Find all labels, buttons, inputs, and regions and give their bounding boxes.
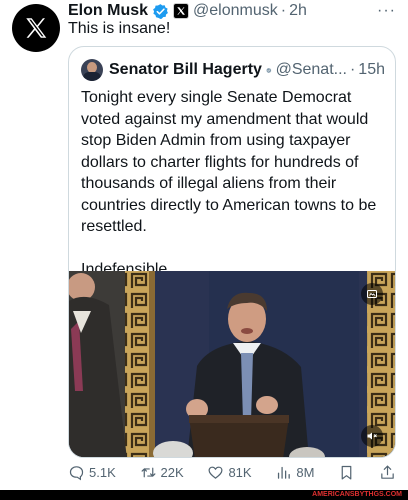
watermark: AMERICANSBYTHGS.COM	[312, 491, 402, 498]
separator-dot: ·	[349, 61, 356, 78]
reply-icon	[69, 465, 84, 480]
mute-icon[interactable]	[361, 425, 383, 447]
views-button[interactable]: 8M	[275, 464, 314, 481]
verified-badge-icon	[266, 67, 272, 73]
media-settings-icon[interactable]	[361, 283, 383, 305]
like-count: 81K	[228, 464, 252, 480]
post-time[interactable]: 2h	[289, 2, 307, 20]
quote-text: Tonight every single Senate Democrat vot…	[81, 87, 391, 301]
author-name[interactable]: Elon Musk	[68, 2, 148, 20]
share-icon	[381, 465, 394, 479]
video-player[interactable]	[69, 271, 395, 457]
quote-author-name[interactable]: Senator Bill Hagerty	[109, 61, 262, 79]
post-header: Elon Musk @elonmusk · 2h ···	[68, 0, 396, 22]
views-icon	[278, 466, 291, 479]
x-affiliation-icon	[173, 3, 190, 19]
share-button[interactable]	[379, 464, 396, 481]
more-icon[interactable]: ···	[377, 2, 396, 20]
action-bar: 5.1K 22K 81K 8M	[68, 462, 396, 482]
verified-badge-icon	[153, 3, 168, 19]
views-count: 8M	[296, 464, 315, 480]
quote-card[interactable]: Senator Bill Hagerty @Senat... · 15h Ton…	[68, 46, 396, 458]
quote-handle[interactable]: @Senat...	[276, 61, 347, 79]
bookmark-button[interactable]	[338, 464, 355, 481]
repost-icon	[141, 467, 156, 477]
quote-avatar[interactable]	[81, 59, 103, 81]
reply-button[interactable]: 5.1K	[68, 464, 116, 481]
reply-count: 5.1K	[89, 464, 116, 480]
video-frame	[69, 271, 395, 457]
bookmark-icon	[341, 465, 352, 479]
separator-dot: ·	[280, 2, 287, 19]
repost-count: 22K	[160, 464, 184, 480]
like-icon	[208, 466, 223, 479]
avatar[interactable]	[12, 4, 60, 52]
author-handle[interactable]: @elonmusk	[193, 2, 278, 20]
like-button[interactable]: 81K	[207, 464, 252, 481]
x-logo-icon	[26, 18, 47, 38]
quote-header: Senator Bill Hagerty @Senat... · 15h	[81, 59, 385, 81]
quote-time[interactable]: 15h	[358, 61, 385, 79]
repost-button[interactable]: 22K	[140, 464, 184, 481]
quote-paragraph: Tonight every single Senate Democrat vot…	[81, 89, 377, 235]
post-text: This is insane!	[68, 20, 171, 37]
